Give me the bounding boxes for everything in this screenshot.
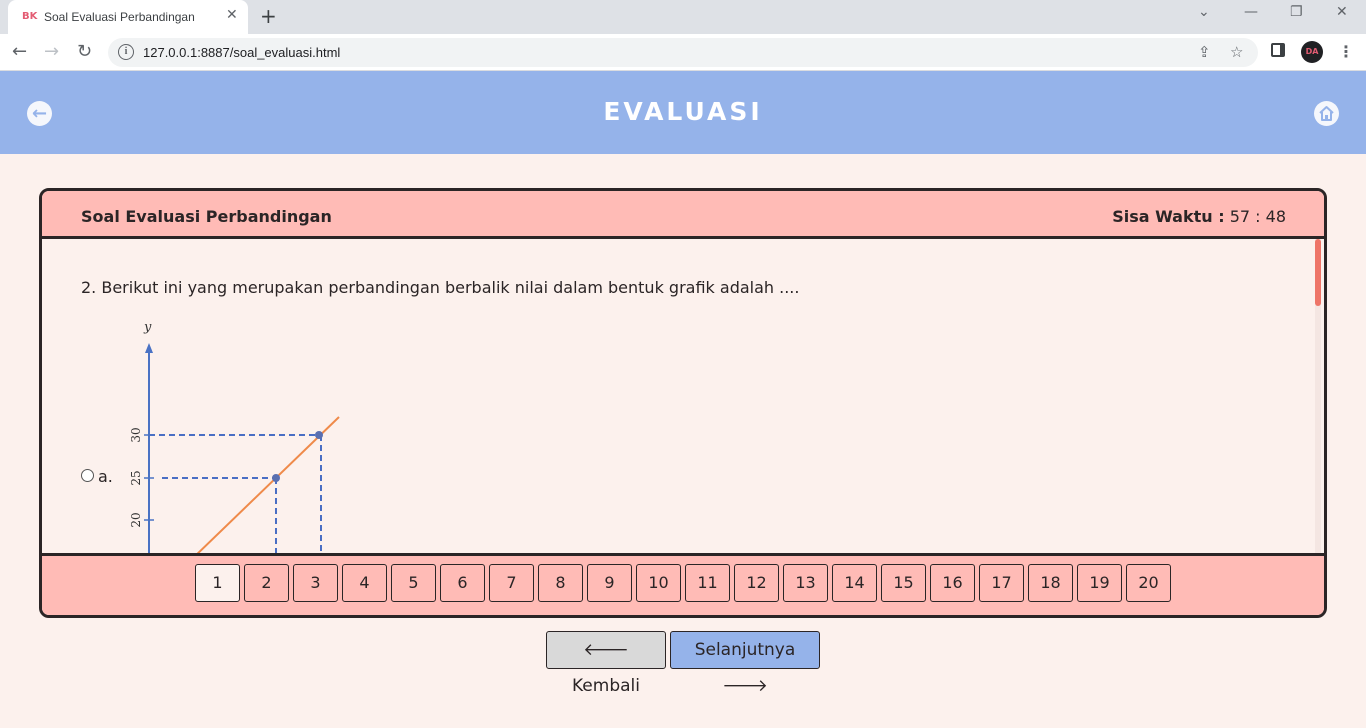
back-arrow-icon[interactable]: ← [12, 41, 27, 62]
page-button-2[interactable]: 2 [244, 564, 289, 602]
card-header: Soal Evaluasi Perbandingan Sisa Waktu : … [42, 191, 1324, 239]
question-text: 2. Berikut ini yang merupakan perbanding… [81, 278, 800, 297]
page-header: ← EVALUASI [0, 71, 1366, 154]
url-text[interactable]: 127.0.0.1:8887/soal_evaluasi.html [143, 45, 340, 60]
share-icon[interactable]: ⇪ [1198, 43, 1211, 61]
question-pager: 1 2 3 4 5 6 7 8 9 10 11 12 13 14 15 16 17 18 19 20 [42, 553, 1324, 615]
back-button-label: Kembali [572, 676, 640, 696]
timer: Sisa Waktu : 57 : 48 [1112, 207, 1286, 226]
new-tab-button[interactable]: + [260, 4, 277, 28]
tab-close-icon[interactable]: ✕ [226, 7, 238, 23]
card-title: Soal Evaluasi Perbandingan [81, 207, 332, 226]
page-button-13[interactable]: 13 [783, 564, 828, 602]
graph-y-label: y [143, 320, 152, 335]
page-buttons: 1 2 3 4 5 6 7 8 9 10 11 12 13 14 15 16 17 18 19 20 [195, 564, 1171, 602]
page-title: EVALUASI [603, 97, 763, 126]
timer-value: 57 : 48 [1229, 207, 1286, 226]
tab-title: Soal Evaluasi Perbandingan [44, 10, 195, 24]
next-button-label: Selanjutnya [694, 640, 796, 660]
next-button[interactable]: Selanjutnya 🡒 [670, 631, 820, 696]
page-button-18[interactable]: 18 [1028, 564, 1073, 602]
page-button-12[interactable]: 12 [734, 564, 779, 602]
scrollbar[interactable] [1315, 239, 1321, 553]
tick-label-20: 20 [129, 512, 143, 527]
favicon-icon: BK [22, 11, 38, 22]
scrollbar-thumb[interactable] [1315, 239, 1321, 306]
menu-icon[interactable]: ⋮ [1338, 42, 1354, 61]
page-button-1[interactable]: 1 [195, 564, 240, 602]
page-button-16[interactable]: 16 [930, 564, 975, 602]
question-body: 2. Berikut ini yang merupakan perbanding… [42, 239, 1324, 553]
profile-avatar[interactable]: DA [1301, 41, 1323, 63]
address-bar[interactable]: i 127.0.0.1:8887/soal_evaluasi.html ⇪ ☆ [108, 38, 1258, 67]
bookmark-star-icon[interactable]: ☆ [1230, 43, 1243, 61]
close-window-icon[interactable]: ✕ [1336, 4, 1348, 20]
option-a-letter: a. [98, 467, 113, 486]
timer-label: Sisa Waktu : [1112, 207, 1225, 226]
forward-arrow-icon[interactable]: → [44, 41, 59, 62]
browser-toolbar: ← → ↻ i 127.0.0.1:8887/soal_evaluasi.htm… [0, 34, 1366, 71]
question-card: Soal Evaluasi Perbandingan Sisa Waktu : … [39, 188, 1327, 618]
page-button-8[interactable]: 8 [538, 564, 583, 602]
arrow-right-icon: 🡒 [722, 676, 768, 696]
tick-label-25: 25 [129, 470, 143, 485]
page-button-11[interactable]: 11 [685, 564, 730, 602]
site-info-icon[interactable]: i [118, 44, 134, 60]
minimize-icon[interactable]: — [1244, 4, 1258, 20]
page-button-20[interactable]: 20 [1126, 564, 1171, 602]
browser-tabbar: BK Soal Evaluasi Perbandingan ✕ + ⌄ — ❐ … [0, 0, 1366, 34]
page-button-3[interactable]: 3 [293, 564, 338, 602]
restore-icon[interactable]: ❐ [1290, 4, 1303, 20]
page-button-4[interactable]: 4 [342, 564, 387, 602]
browser-tab[interactable]: BK Soal Evaluasi Perbandingan ✕ [8, 0, 248, 34]
point-30 [315, 431, 323, 439]
option-a-radio[interactable] [81, 469, 94, 482]
point-25 [272, 474, 280, 482]
side-panel-icon[interactable] [1271, 43, 1285, 57]
page-button-19[interactable]: 19 [1077, 564, 1122, 602]
page-button-15[interactable]: 15 [881, 564, 926, 602]
reload-icon[interactable]: ↻ [77, 41, 92, 62]
tick-label-30: 30 [129, 427, 143, 442]
page-button-6[interactable]: 6 [440, 564, 485, 602]
page-button-9[interactable]: 9 [587, 564, 632, 602]
option-a-graph: y 20 25 30 [129, 320, 340, 553]
y-axis-arrow [145, 343, 153, 353]
arrow-left-icon: 🡐 [583, 640, 629, 660]
page-button-10[interactable]: 10 [636, 564, 681, 602]
page-button-7[interactable]: 7 [489, 564, 534, 602]
page-button-17[interactable]: 17 [979, 564, 1024, 602]
home-icon[interactable] [1314, 101, 1339, 126]
back-button[interactable]: 🡐 Kembali [546, 631, 666, 696]
tab-search-icon[interactable]: ⌄ [1198, 4, 1210, 20]
page-button-5[interactable]: 5 [391, 564, 436, 602]
page-button-14[interactable]: 14 [832, 564, 877, 602]
